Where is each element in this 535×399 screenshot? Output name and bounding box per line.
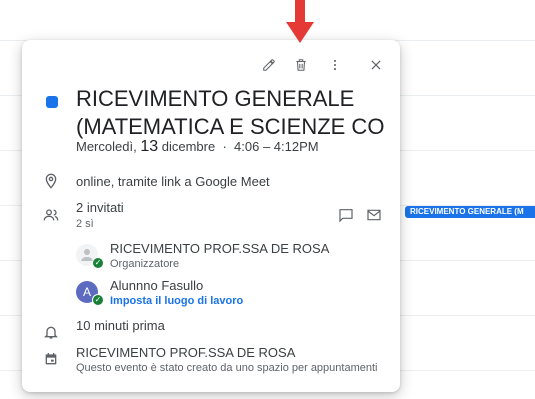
event-title-line2: (MATEMATICA E SCIENZE CORSO... [76,114,386,139]
guest-name: Alunnno Fasullo [110,278,204,293]
chat-guests-button[interactable] [333,202,359,228]
date-day: 13 [140,138,159,155]
event-time: 4:06 – 4:12PM [234,139,319,154]
event-color-dot [46,96,58,108]
calendar-event-chip[interactable]: RICEVIMENTO GENERALE (M [405,206,535,218]
guest-count: 2 invitati [76,200,124,215]
more-vert-icon [333,59,337,71]
event-details-popup: RICEVIMENTO GENERALE (MATEMATICA E SCIEN… [22,40,400,392]
calendar-icon [42,350,60,368]
mail-icon [367,209,381,221]
event-title: RICEVIMENTO GENERALE (MATEMATICA E SCIEN… [76,85,386,141]
close-popup-button[interactable] [363,52,389,78]
email-guests-button[interactable] [361,202,387,228]
date-suffix: dicembre [161,139,216,154]
guest-yes-count: 2 sì [76,218,94,230]
date-separator: · [222,139,227,154]
accepted-check-icon: ✓ [92,257,104,269]
guest-role: Organizzatore [110,258,180,270]
event-datetime: Mercoledì, 13 dicembre · 4:06 – 4:12PM [76,138,319,156]
trash-icon [296,59,306,71]
accepted-check-icon: ✓ [92,294,104,306]
guests-icon [42,206,60,224]
delete-event-button[interactable] [288,52,314,78]
event-location: online, tramite link a Google Meet [76,174,270,189]
more-options-button[interactable] [322,52,348,78]
date-prefix: Mercoledì, [76,139,137,154]
pencil-icon [263,59,275,71]
chat-icon [339,209,353,223]
guest-name: RICEVIMENTO PROF.SSA DE ROSA [110,241,330,256]
reminder-text: 10 minuti prima [76,318,165,333]
close-icon [371,60,381,70]
location-pin-icon [42,172,60,190]
bell-icon [42,323,60,341]
set-workplace-link[interactable]: Imposta il luogo di lavoro [110,295,243,307]
red-arrow-annotation [286,0,314,43]
calendar-note: Questo evento è stato creato da uno spaz… [76,362,378,374]
event-title-line1: RICEVIMENTO GENERALE [76,86,355,111]
edit-event-button[interactable] [256,52,282,78]
calendar-name: RICEVIMENTO PROF.SSA DE ROSA [76,345,296,360]
